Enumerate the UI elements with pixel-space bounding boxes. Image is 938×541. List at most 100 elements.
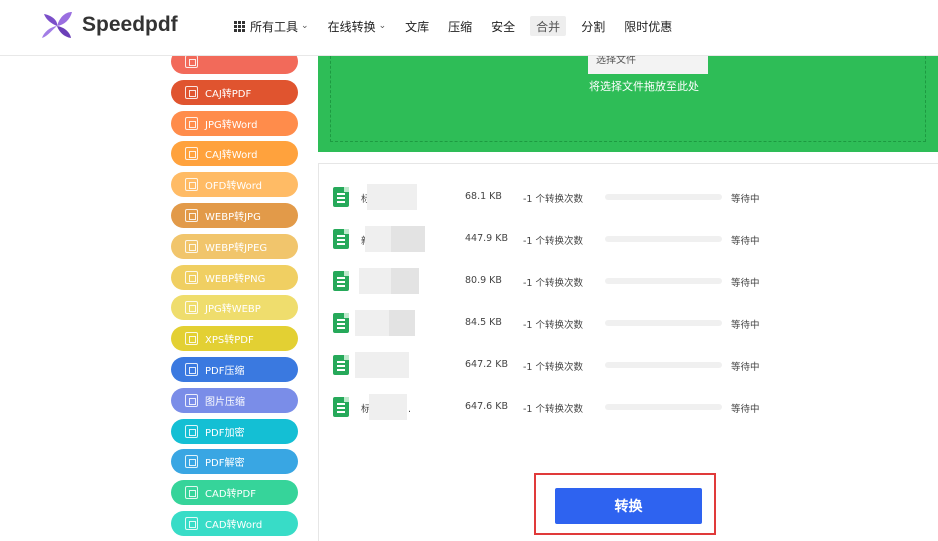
file-row: 标 壳.pdf68.1 KB-1 个转换次数等待中	[319, 182, 938, 212]
brand-name[interactable]: Speedpdf	[82, 13, 178, 37]
redaction-blur	[355, 310, 389, 336]
file-status: 等待中	[731, 236, 760, 247]
file-row: 么...84.5 KB-1 个转换次数等待中	[319, 308, 938, 338]
tool-icon	[185, 270, 198, 284]
tool-icon	[185, 424, 198, 438]
tool-icon	[185, 332, 198, 346]
conversion-count: -1 个转换次数	[523, 362, 583, 373]
redaction-blur	[359, 268, 393, 294]
sidebar-tool-button[interactable]: JPG转WEBP	[171, 295, 298, 321]
nav-compress[interactable]: 压缩	[444, 16, 476, 36]
sidebar-tool-label: WEBP转JPEG	[205, 242, 268, 254]
redaction-blur	[369, 394, 407, 420]
nav-split[interactable]: 分割	[577, 16, 609, 36]
sidebar-tool-label: 图片压缩	[205, 396, 245, 408]
tool-icon	[185, 517, 198, 530]
sidebar-tool-button[interactable]: WEBP转JPG	[171, 203, 298, 228]
sidebar-tool-button[interactable]: PDF压缩	[171, 357, 298, 382]
sidebar-tool-label: WEBP转PNG	[205, 273, 266, 285]
file-type-icon	[333, 271, 349, 291]
sidebar-tool-label: WEBP转JPG	[205, 212, 261, 223]
sidebar-tool-label: CAJ转Word	[205, 150, 258, 162]
file-status: 等待中	[731, 362, 760, 373]
nav-label: 文库	[405, 19, 430, 34]
sidebar-tool-label: JPG转WEBP	[205, 304, 261, 316]
nav-merge[interactable]: 合并	[530, 16, 567, 36]
conversion-progress-bar	[605, 320, 722, 326]
nav-label: 压缩	[448, 19, 473, 34]
sidebar-tool-label: PDF压缩	[205, 366, 245, 377]
file-type-icon	[333, 397, 349, 417]
file-status: 等待中	[731, 278, 760, 289]
tool-icon	[185, 301, 198, 315]
sidebar-tool-button[interactable]: CAJ转PDF	[171, 79, 298, 105]
conversion-count: -1 个转换次数	[523, 278, 583, 289]
conversion-progress-bar	[605, 236, 722, 242]
sidebar-tool-button[interactable]: WEBP转PNG	[171, 264, 298, 290]
sidebar-tool-button[interactable]: PDF解密	[171, 449, 298, 475]
sidebar-tool-button[interactable]: WEBP转JPEG	[171, 233, 298, 259]
sidebar-tool-button[interactable]: OFD转Word	[171, 172, 298, 198]
tool-icon	[185, 486, 198, 500]
file-type-icon	[333, 355, 349, 375]
file-status: 等待中	[731, 404, 760, 415]
sidebar-tool-button[interactable]: XPS转PDF	[171, 326, 298, 352]
conversion-count: -1 个转换次数	[523, 194, 583, 205]
nav-label: 限时优惠	[624, 19, 673, 34]
nav-label: 所有工具	[250, 19, 299, 34]
sidebar-tool-button[interactable]: JPG转Word	[171, 110, 298, 136]
file-status: 等待中	[731, 320, 760, 331]
sidebar-tool-button[interactable]: 图片压缩	[171, 387, 298, 413]
tool-icon	[185, 239, 198, 253]
sidebar-tool-label: JPG转Word	[205, 119, 258, 131]
tool-icon	[185, 393, 198, 407]
choose-file-label: 选择文件	[596, 56, 636, 66]
nav-label: 安全	[491, 19, 516, 34]
convert-button[interactable]: 转换	[555, 488, 702, 524]
nav-label: 合并	[536, 19, 561, 34]
conversion-count: -1 个转换次数	[523, 320, 583, 331]
file-row: 么...80.9 KB-1 个转换次数等待中	[319, 266, 938, 296]
nav-security[interactable]: 安全	[487, 16, 519, 36]
nav-promo[interactable]: 限时优惠	[620, 16, 676, 36]
file-type-icon	[333, 187, 349, 207]
sidebar-tool-button[interactable]: CAJ转Word	[171, 141, 298, 167]
sidebar-tool-button[interactable]: CAD转PDF	[171, 480, 298, 506]
upload-dropzone[interactable]: 选择文件 将选择文件拖放至此处	[318, 56, 938, 152]
file-row: 新 档...447.9 KB-1 个转换次数等待中	[319, 224, 938, 254]
file-size: 647.2 KB	[465, 359, 508, 370]
conversion-progress-bar	[605, 278, 722, 284]
tool-icon	[185, 455, 198, 469]
tool-sidebar: CAJ转PDF JPG转Word CAJ转Word OFD转Word WEBP转JPG W…	[171, 56, 299, 541]
nav-all-tools[interactable]: 所有工具 ⌄	[230, 16, 313, 36]
tool-icon	[185, 178, 198, 192]
dropzone-border: 选择文件 将选择文件拖放至此处	[330, 56, 926, 142]
drop-hint-text: 将选择文件拖放至此处	[589, 80, 699, 93]
sidebar-tool-label: XPS转PDF	[205, 335, 254, 347]
sidebar-tool-label: PDF加密	[205, 427, 245, 439]
tool-icon	[185, 147, 198, 161]
conversion-count: -1 个转换次数	[523, 404, 583, 415]
conversion-progress-bar	[605, 404, 722, 410]
chevron-down-icon: ⌄	[301, 21, 309, 31]
redaction-blur	[355, 352, 409, 378]
nav-online-convert[interactable]: 在线转换 ⌄	[324, 16, 391, 36]
choose-file-button[interactable]: 选择文件	[588, 56, 708, 74]
file-type-icon	[333, 313, 349, 333]
conversion-progress-bar	[605, 194, 722, 200]
sidebar-tool-button[interactable]: PDF加密	[171, 418, 298, 444]
sidebar-tool-button[interactable]	[171, 56, 298, 74]
tool-icon	[185, 209, 198, 222]
nav-library[interactable]: 文库	[401, 16, 433, 36]
sidebar-tool-button[interactable]: CAD转Word	[171, 511, 298, 536]
nav-label: 在线转换	[327, 19, 376, 34]
file-status: 等待中	[731, 194, 760, 205]
speedpdf-logo-icon[interactable]	[40, 10, 74, 42]
file-size: 647.6 KB	[465, 401, 508, 412]
sidebar-tool-label: CAJ转PDF	[205, 88, 252, 100]
sidebar-tool-label: OFD转Word	[205, 181, 263, 193]
file-row: 标 置怎么...647.6 KB-1 个转换次数等待中	[319, 392, 938, 422]
top-header: Speedpdf 所有工具 ⌄ 在线转换 ⌄ 文库 压缩 安全 合并 分割 限时…	[0, 0, 938, 56]
main-nav: 所有工具 ⌄ 在线转换 ⌄ 文库 压缩 安全 合并 分割 限时优惠	[230, 16, 687, 36]
redaction-blur	[391, 268, 419, 294]
